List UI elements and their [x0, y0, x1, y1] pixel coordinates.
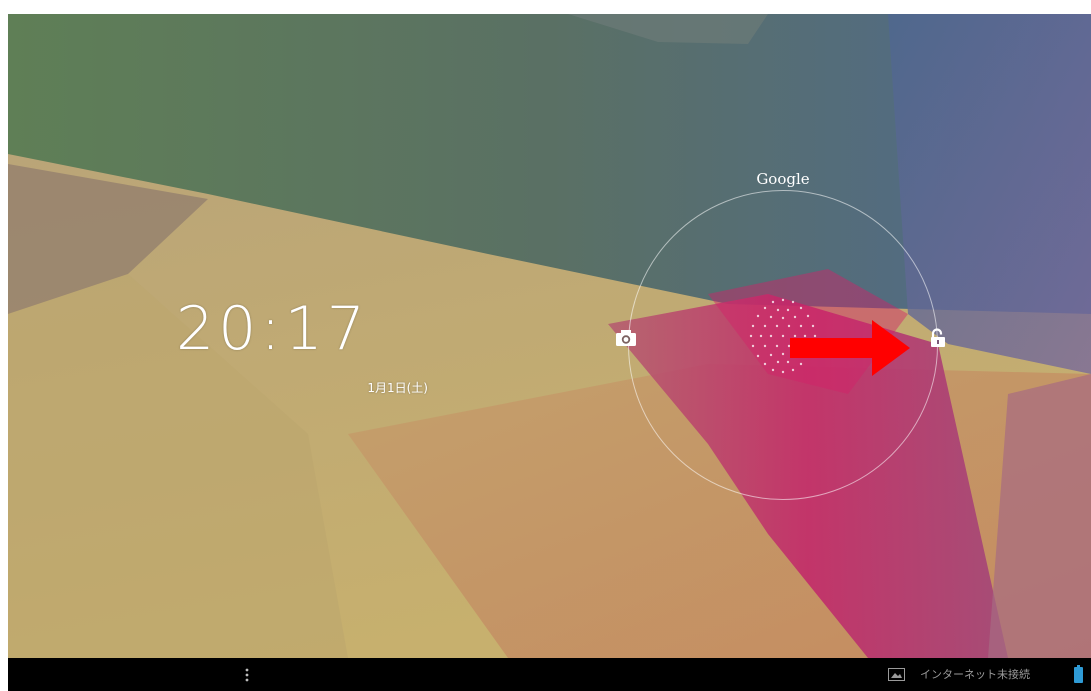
google-search-target[interactable]: Google	[728, 172, 838, 187]
gallery-image-icon[interactable]	[888, 668, 905, 681]
clock-time: 20:17	[176, 294, 369, 364]
unlock-target[interactable]	[920, 320, 956, 356]
unlocked-padlock-icon	[931, 328, 945, 347]
red-arrow-icon	[790, 320, 910, 376]
camera-icon	[616, 330, 636, 346]
overflow-menu-icon	[245, 668, 249, 682]
clock-date: 1月1日(土)	[367, 381, 428, 395]
overflow-menu-button[interactable]	[234, 662, 260, 688]
network-status-text[interactable]: インターネット未接続	[920, 668, 1068, 681]
battery-icon[interactable]	[1074, 665, 1083, 683]
lock-screen: 20:17 1月1日(土) Google インターネット未接続	[8, 14, 1091, 691]
camera-target[interactable]	[608, 320, 644, 356]
system-bar: インターネット未接続	[8, 658, 1091, 691]
